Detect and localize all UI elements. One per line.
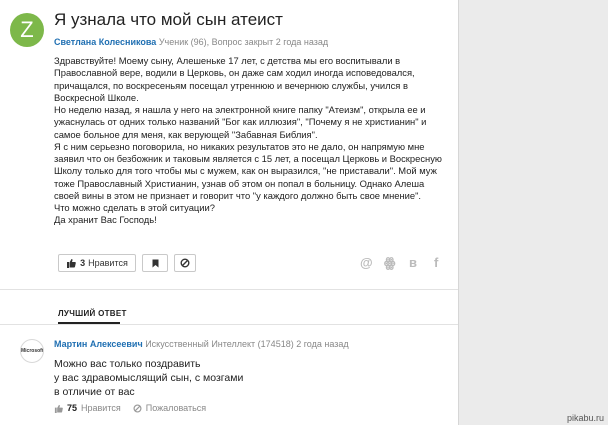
facebook-icon[interactable]: f: [434, 255, 438, 270]
question-line: самое больное для меня, как верующей "За…: [54, 128, 318, 140]
vk-icon[interactable]: в: [409, 255, 417, 270]
best-answer-separator: [0, 324, 458, 325]
question-line: Да хранит Вас Господь!: [54, 214, 157, 226]
question-line: заявил что он безбожник и таковым являет…: [54, 153, 442, 164]
answer-author-avatar[interactable]: Microsoft: [20, 339, 44, 363]
like-label: Нравится: [88, 258, 128, 268]
question-line: Школу только для того чтобы мы с мужем, …: [54, 165, 437, 177]
mail-at-icon[interactable]: @: [360, 255, 373, 270]
question-line: причащался, по воскресеньям посещал утре…: [54, 79, 408, 91]
answer-author-link[interactable]: Мартин Алексеевич: [54, 339, 143, 349]
like-count: 3: [80, 258, 86, 268]
answer-author-status: Искусственный Интеллект (174518) 2 года …: [145, 339, 349, 349]
question-line: Православной вере, водили в Церковь, он …: [54, 67, 415, 79]
answer-line: Можно вас только поздравить: [54, 358, 201, 370]
answer-meta: Мартин Алексеевич Искусственный Интеллек…: [54, 339, 349, 349]
question-line: Но неделю назад, я нашла у него на элект…: [54, 104, 426, 115]
question-line: тоже Православный Христианин, узнав об э…: [54, 177, 425, 189]
author-status: Ученик (96), Вопрос закрыт 2 года назад: [158, 37, 329, 47]
question-body: Здравствуйте! Моему сыну, Алешеньке 17 л…: [54, 55, 449, 227]
bookmark-button[interactable]: [142, 254, 168, 272]
answer-like-count: 75: [67, 403, 78, 413]
right-pane: [458, 0, 608, 425]
author-link[interactable]: Светлана Колесникова: [54, 37, 156, 47]
odnoklassniki-icon[interactable]: ꙮ: [384, 255, 395, 271]
flag-icon: [152, 259, 158, 267]
block-icon: [180, 258, 190, 268]
answer-line: в отличие от вас: [54, 386, 135, 398]
best-answer-label: ЛУЧШИЙ ОТВЕТ: [58, 309, 127, 318]
answer-like-button[interactable]: 75 Нравится: [54, 403, 121, 413]
watermark: pikabu.ru: [566, 413, 604, 423]
report-label: Пожаловаться: [145, 403, 207, 413]
question-line: ужаснулась от одних только названий "Бог…: [54, 116, 427, 128]
question-line: Что можно сделать в этой ситуации?: [54, 202, 215, 213]
question-meta: Светлана Колесникова Ученик (96), Вопрос…: [54, 37, 328, 47]
answer-body: Можно вас только поздравить у вас здраво…: [54, 357, 243, 399]
question-title: Я узнала что мой сын атеист: [54, 10, 283, 29]
answer-line: у вас здравомыслящий сын, с мозгами: [54, 372, 244, 384]
answer-footer: 75 Нравится Пожаловаться: [54, 403, 206, 413]
block-icon: [133, 403, 142, 413]
question-line: Здравствуйте! Моему сыну, Алешеньке 17 л…: [54, 55, 401, 66]
like-button[interactable]: 3 Нравится: [58, 254, 136, 272]
question-card: Z Я узнала что мой сын атеист Светлана К…: [0, 0, 458, 425]
question-line: Воскресной Школе.: [54, 91, 139, 103]
thumbs-up-icon: [54, 404, 63, 413]
question-line: Я с ним серьезно поговорила, но никаких …: [54, 140, 425, 152]
question-line: своей вины в этом не признает и говорит …: [54, 189, 422, 201]
answer-like-label: Нравится: [81, 403, 121, 413]
thumbs-up-icon: [67, 259, 76, 268]
author-avatar[interactable]: Z: [10, 13, 44, 47]
block-button[interactable]: [174, 254, 196, 272]
section-divider: [0, 289, 458, 290]
report-button[interactable]: Пожаловаться: [133, 403, 206, 413]
